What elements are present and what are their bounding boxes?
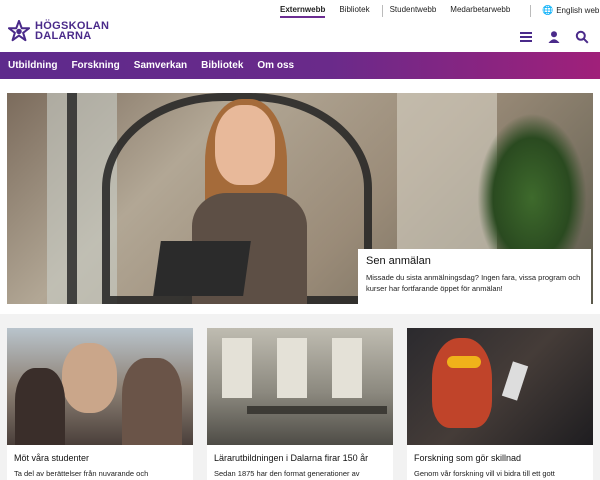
card-image-window: [332, 338, 362, 398]
hero-card-title: Sen anmälan: [366, 255, 431, 267]
card-image: [7, 328, 193, 445]
card-image-window: [222, 338, 252, 398]
nav-utbildning[interactable]: Utbildning: [8, 60, 57, 71]
logo[interactable]: HÖGSKOLAN DALARNA: [8, 20, 109, 42]
card-image-figure: [122, 358, 182, 445]
card-image-figure: [15, 368, 65, 445]
card-image-figure: [432, 338, 492, 428]
divider: [382, 5, 383, 17]
nav-samverkan[interactable]: Samverkan: [134, 60, 187, 71]
card-research[interactable]: Forskning som gör skillnad Genom vår for…: [407, 328, 593, 480]
card-teacher-education[interactable]: Lärarutbildningen i Dalarna firar 150 år…: [207, 328, 393, 480]
card-text: Sedan 1875 har den format generationer a…: [214, 469, 360, 478]
card-title: Lärarutbildningen i Dalarna firar 150 år: [214, 453, 369, 463]
hero-laptop: [153, 241, 251, 296]
card-text: Genom vår forskning vill vi bidra till e…: [414, 469, 555, 478]
header-icons: [519, 30, 600, 44]
globe-icon: 🌐: [542, 5, 554, 15]
star-logo-icon: [8, 20, 30, 42]
language-label: English web: [556, 6, 600, 15]
card-image-goggles: [447, 356, 481, 368]
card-image-figure: [62, 343, 117, 413]
card-title: Forskning som gör skillnad: [414, 453, 522, 463]
toplink-studentwebb[interactable]: Studentwebb: [390, 5, 437, 18]
menu-icon[interactable]: [519, 30, 533, 44]
card-title: Möt våra studenter: [14, 453, 90, 463]
card-image-window: [277, 338, 307, 398]
toplink-externwebb[interactable]: Externwebb: [280, 5, 326, 18]
card-image-device: [501, 361, 529, 401]
hero-chair: [7, 93, 77, 304]
logo-line2: DALARNA: [35, 30, 92, 42]
user-icon[interactable]: [547, 30, 561, 44]
card-image: [207, 328, 393, 445]
language-link[interactable]: 🌐 English web: [542, 5, 599, 16]
card-image: [407, 328, 593, 445]
hero-card[interactable]: Sen anmälan Missade du sista anmälningsd…: [358, 249, 591, 304]
toplink-medarbetarwebb[interactable]: Medarbetarwebb: [450, 5, 510, 18]
site-header: HÖGSKOLAN DALARNA Externwebb Bibliotek S…: [0, 0, 600, 52]
nav-om-oss[interactable]: Om oss: [257, 60, 294, 71]
search-icon[interactable]: [575, 30, 589, 44]
main-nav: Utbildning Forskning Samverkan Bibliotek…: [0, 52, 600, 79]
divider: [530, 5, 531, 17]
hero-card-text: Missade du sista anmälningsdag? Ingen fa…: [366, 273, 581, 293]
nav-forskning[interactable]: Forskning: [71, 60, 119, 71]
logo-text: HÖGSKOLAN DALARNA: [35, 21, 109, 42]
card-students[interactable]: Möt våra studenter Ta del av berättelser…: [7, 328, 193, 480]
nav-bibliotek[interactable]: Bibliotek: [201, 60, 243, 71]
hero-person-head: [215, 105, 275, 185]
card-image-table: [247, 406, 387, 414]
toplink-bibliotek[interactable]: Bibliotek: [339, 5, 369, 18]
card-text: Ta del av berättelser från nuvarande och: [14, 469, 149, 478]
top-links: Externwebb Bibliotek Studentwebb Medarbe…: [280, 5, 524, 18]
cards-section: Möt våra studenter Ta del av berättelser…: [0, 314, 600, 480]
